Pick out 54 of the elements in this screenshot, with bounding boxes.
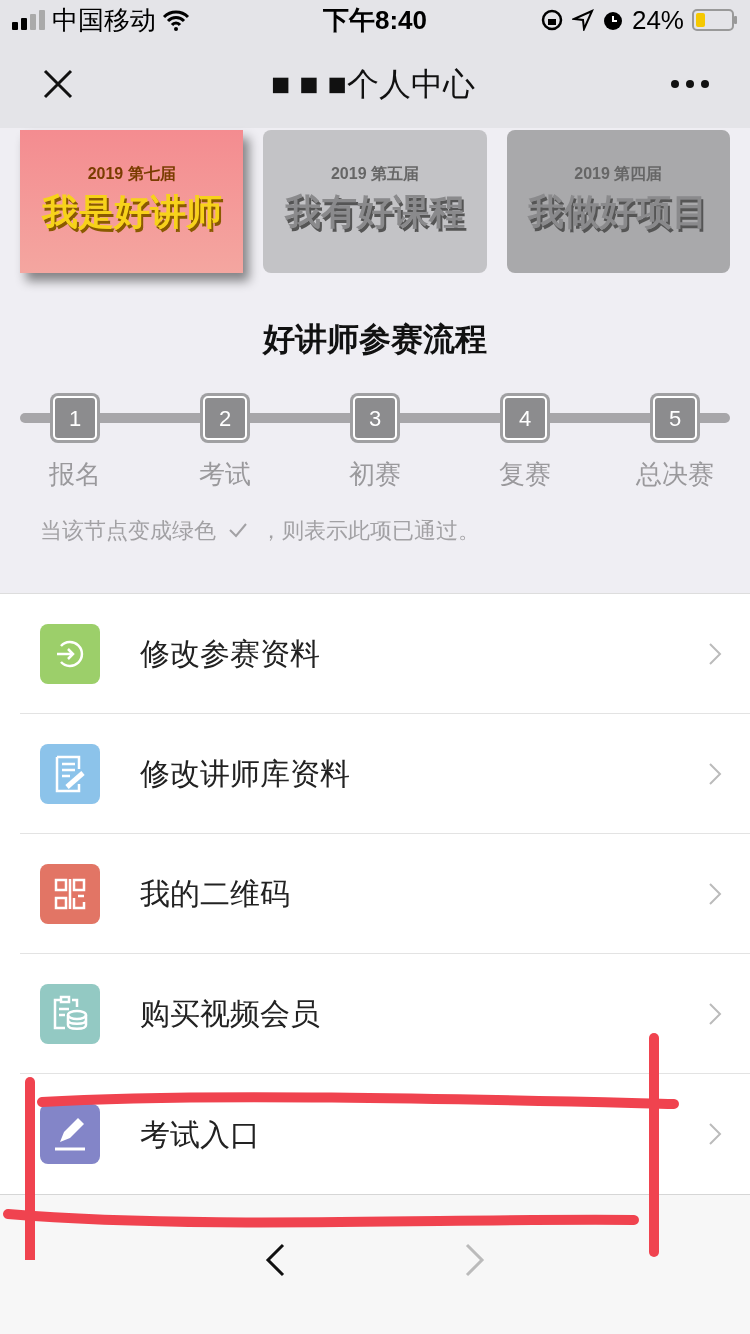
chevron-icon <box>708 641 722 666</box>
menu-label: 修改讲师库资料 <box>140 756 351 792</box>
banner-edition: 2019 第四届 <box>574 163 663 184</box>
rotation-lock-icon <box>539 8 564 32</box>
step-label: 总决赛 <box>636 458 714 491</box>
banner-edition: 2019 第七届 <box>87 163 176 184</box>
wifi-icon <box>162 9 190 31</box>
step-label: 考试 <box>199 458 251 491</box>
forward-icon <box>465 1242 485 1277</box>
contest-banner[interactable]: 2019 第七届 我是好讲师 <box>20 130 244 273</box>
menu-item[interactable]: 修改参赛资料 <box>20 594 750 714</box>
status-time: 下午8:40 <box>322 3 427 37</box>
step-number: 1 <box>68 404 82 433</box>
battery-icon <box>692 9 738 31</box>
carrier-name: 中国移动 <box>52 3 156 37</box>
page-title: ■ ■ ■个人中心 <box>271 65 475 104</box>
more-icon <box>671 80 709 88</box>
check-icon <box>228 522 248 538</box>
banner-title: 我是好讲师 <box>40 189 223 234</box>
menu-label: 考试入口 <box>140 1116 261 1153</box>
menu-item[interactable]: 考试入口 <box>20 1074 750 1194</box>
step-label: 初赛 <box>349 458 401 491</box>
chevron-icon <box>708 1122 722 1146</box>
menu-item[interactable]: 购买视频会员 <box>20 954 750 1074</box>
chevron-icon <box>708 761 722 786</box>
signal-icon <box>12 10 46 30</box>
banner-title: 我有好课程 <box>283 189 466 234</box>
banner-title: 我做好项目 <box>526 189 710 234</box>
menu-label: 购买视频会员 <box>140 996 321 1032</box>
chevron-icon <box>708 1001 722 1026</box>
menu-label: 我的二维码 <box>140 876 291 912</box>
chevron-icon <box>708 881 722 906</box>
close-icon <box>42 68 74 100</box>
document-edit-icon <box>53 753 87 794</box>
step-number: 2 <box>218 404 232 433</box>
flow-title: 好讲师参赛流程 <box>263 320 487 359</box>
step-number: 5 <box>668 404 682 433</box>
clipboard-coins-icon <box>51 994 89 1033</box>
step-label: 复赛 <box>499 458 551 491</box>
qr-code-icon <box>53 876 87 911</box>
menu-label: 修改参赛资料 <box>140 636 321 672</box>
location-icon <box>571 9 594 31</box>
pen-icon <box>52 1116 88 1152</box>
step-label: 报名 <box>49 458 101 491</box>
banner-edition: 2019 第五届 <box>330 163 419 184</box>
step-number: 4 <box>518 404 532 433</box>
legend-text: 当该节点变成绿色 <box>40 516 216 545</box>
menu-item[interactable]: 修改讲师库资料 <box>20 714 750 834</box>
alarm-icon <box>601 9 624 31</box>
menu-item[interactable]: 我的二维码 <box>20 834 750 954</box>
legend-text: ，则表示此项已通过。 <box>260 516 480 545</box>
step-number: 3 <box>368 404 382 433</box>
back-icon <box>265 1242 285 1277</box>
battery-percent: 24% <box>631 3 684 37</box>
